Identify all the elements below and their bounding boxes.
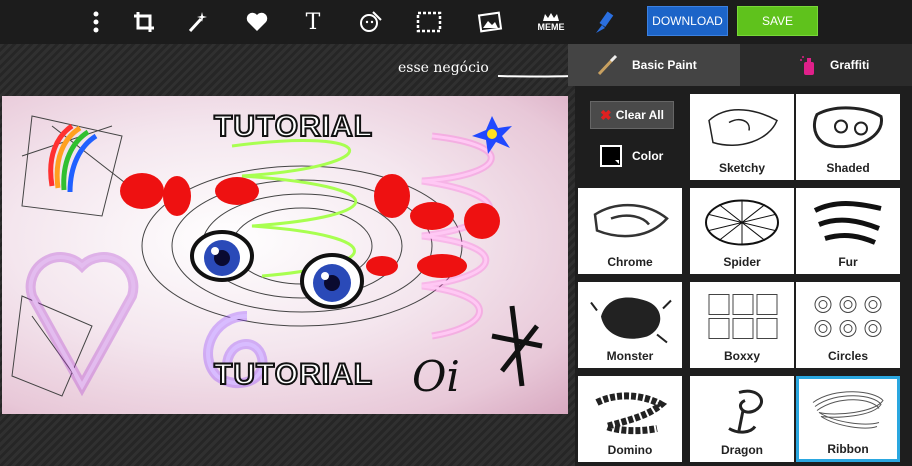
sketchy-icon bbox=[708, 109, 778, 147]
picture-icon[interactable] bbox=[473, 6, 507, 38]
circles-icon bbox=[814, 296, 882, 337]
brush-monster[interactable]: Monster bbox=[578, 282, 682, 368]
tab-basic-paint[interactable]: Basic Paint bbox=[568, 44, 740, 86]
monster-icon bbox=[590, 297, 672, 344]
brush-domino[interactable]: Domino bbox=[578, 376, 682, 462]
spray-can-icon bbox=[800, 56, 814, 75]
canvas-text-tutorial-bottom: TUTORIAL bbox=[213, 357, 374, 392]
canvas-text-tutorial-top: TUTORIAL bbox=[213, 109, 374, 144]
color-swatch[interactable] bbox=[600, 145, 622, 167]
color-picker[interactable]: Color bbox=[600, 144, 663, 168]
brush-dragon[interactable]: Dragon bbox=[690, 376, 794, 462]
frame-icon[interactable] bbox=[412, 6, 446, 38]
ribbon-icon bbox=[812, 391, 884, 429]
top-toolbar: T MEME DOWNLOAD SAVE bbox=[0, 0, 912, 44]
chrome-icon bbox=[593, 204, 669, 238]
save-button[interactable]: SAVE bbox=[737, 6, 818, 36]
tab-graffiti[interactable]: Graffiti bbox=[774, 44, 912, 86]
shaded-icon bbox=[812, 106, 883, 149]
brush-chrome[interactable]: Chrome bbox=[578, 188, 682, 274]
close-icon: ✖ bbox=[600, 106, 612, 123]
sticker-icon[interactable] bbox=[354, 6, 388, 38]
paint-brush-icon[interactable] bbox=[588, 6, 622, 38]
drawing-canvas[interactable]: TUTORIAL TUTORIAL Oi bbox=[2, 96, 568, 414]
canvas-text-oi: Oi bbox=[412, 352, 460, 401]
graffiti-panel: ✖ Clear All Color Sketchy Shaded Chrome … bbox=[575, 86, 912, 466]
brush-circles[interactable]: Circles bbox=[796, 282, 900, 368]
spider-icon bbox=[705, 199, 779, 246]
brush-fur[interactable]: Fur bbox=[796, 188, 900, 274]
crop-icon[interactable] bbox=[127, 6, 161, 38]
domino-icon bbox=[595, 392, 668, 435]
more-vertical-icon[interactable] bbox=[79, 6, 113, 38]
meme-icon[interactable]: MEME bbox=[534, 6, 568, 38]
download-button[interactable]: DOWNLOAD bbox=[647, 6, 728, 36]
brush-ribbon[interactable]: Ribbon bbox=[796, 376, 900, 462]
brush-sketchy[interactable]: Sketchy bbox=[690, 94, 794, 180]
paintbrush-icon bbox=[597, 54, 618, 76]
fur-icon bbox=[813, 201, 882, 245]
magic-wand-icon[interactable] bbox=[180, 6, 214, 38]
annotation-text: esse negócio bbox=[398, 60, 489, 76]
heart-icon[interactable] bbox=[240, 6, 274, 38]
brush-boxxy[interactable]: Boxxy bbox=[690, 282, 794, 368]
text-icon[interactable]: T bbox=[296, 6, 330, 38]
boxxy-icon bbox=[708, 294, 778, 339]
dragon-icon bbox=[728, 389, 763, 434]
clear-all-button[interactable]: ✖ Clear All bbox=[590, 101, 674, 129]
paint-tabs: Basic Paint Graffiti bbox=[568, 44, 912, 86]
brush-spider[interactable]: Spider bbox=[690, 188, 794, 274]
brush-shaded[interactable]: Shaded bbox=[796, 94, 900, 180]
